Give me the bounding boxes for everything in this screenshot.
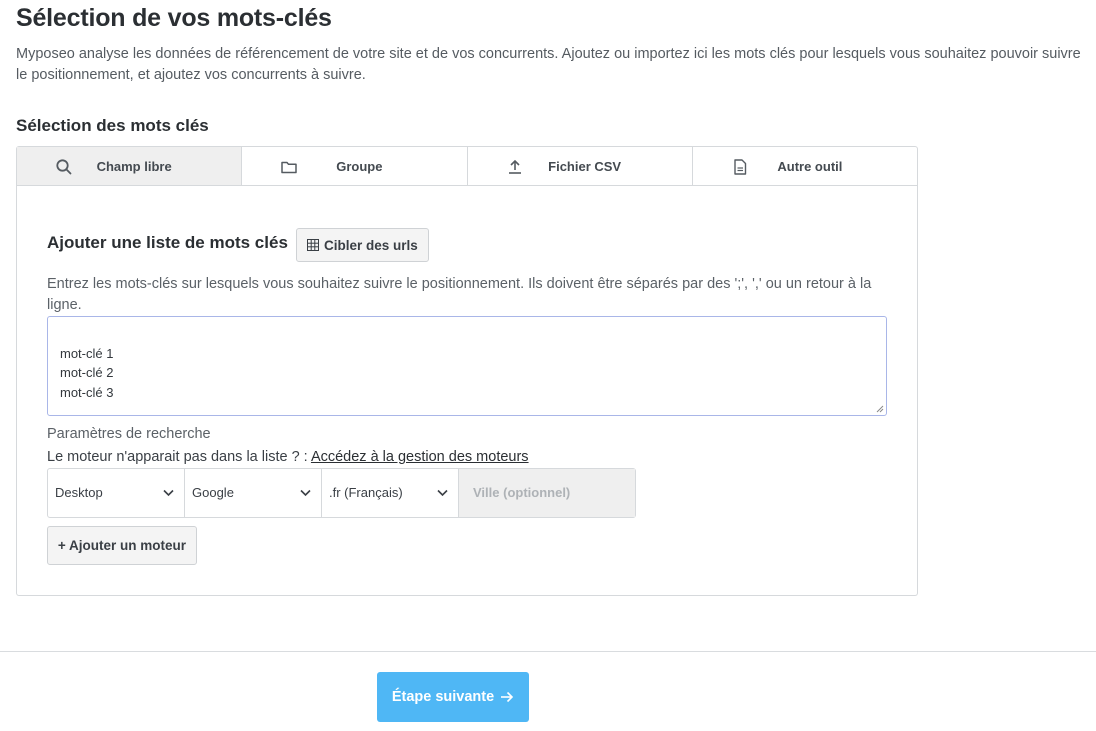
next-step-button[interactable]: Étape suivante — [377, 672, 529, 722]
engine-management-link[interactable]: Accédez à la gestion des moteurs — [311, 449, 529, 465]
tab-label: Fichier CSV — [548, 158, 622, 174]
next-step-label: Étape suivante — [391, 689, 495, 705]
folder-icon — [281, 161, 297, 174]
search-icon — [56, 159, 72, 175]
keywords-textarea[interactable]: mot-clé 1 mot-clé 2 mot-clé 3 — [47, 316, 887, 416]
tab-autre-outil[interactable]: Autre outil — [693, 147, 917, 185]
keywords-section-title: Sélection des mots clés — [16, 116, 209, 135]
tab-champ-libre[interactable]: Champ libre — [17, 147, 243, 185]
keywords-value: mot-clé 1 mot-clé 2 mot-clé 3 — [60, 345, 114, 400]
engine-note: Le moteur n'apparait pas dans la liste ?… — [47, 449, 529, 465]
locale-select[interactable]: .fr (Français) — [322, 469, 459, 517]
engine-select[interactable]: Google — [185, 469, 322, 517]
arrow-right-icon — [501, 691, 514, 703]
document-icon — [734, 159, 746, 175]
keywords-help-text: Entrez les mots-clés sur lesquels vous s… — [47, 276, 872, 313]
locale-value: .fr (Français) — [329, 485, 403, 500]
engine-note-text: Le moteur n'apparait pas dans la liste ?… — [47, 449, 308, 465]
tab-label: Autre outil — [777, 158, 843, 174]
tab-label: Champ libre — [96, 158, 172, 174]
add-keywords-title: Ajouter une liste de mots clés — [47, 233, 288, 252]
grid-icon — [307, 239, 319, 251]
chevron-down-icon — [300, 489, 311, 497]
engine-selectors: Desktop Google .fr (Français) Ville (opt… — [47, 468, 636, 518]
target-urls-button[interactable]: Cibler des urls — [296, 228, 429, 262]
city-input[interactable]: Ville (optionnel) — [459, 469, 635, 517]
engine-value: Google — [192, 485, 234, 500]
tab-groupe[interactable]: Groupe — [242, 147, 468, 185]
tab-label: Groupe — [336, 158, 383, 174]
keyword-source-tabs: Champ libre Groupe Fichier CSV Autre out… — [16, 146, 918, 186]
page-intro: Myposeo analyse les données de référence… — [16, 46, 1081, 83]
add-engine-button[interactable]: + Ajouter un moteur — [47, 526, 197, 565]
upload-icon — [508, 159, 521, 174]
footer-divider — [0, 651, 1096, 652]
search-params-label: Paramètres de recherche — [47, 426, 211, 442]
chevron-down-icon — [437, 489, 448, 497]
resize-grip-icon[interactable] — [876, 405, 884, 413]
device-value: Desktop — [55, 485, 103, 500]
tab-fichier-csv[interactable]: Fichier CSV — [468, 147, 693, 185]
chevron-down-icon — [163, 489, 174, 497]
device-select[interactable]: Desktop — [48, 469, 185, 517]
target-urls-label: Cibler des urls — [324, 237, 418, 253]
page-title: Sélection de vos mots-clés — [16, 4, 332, 32]
